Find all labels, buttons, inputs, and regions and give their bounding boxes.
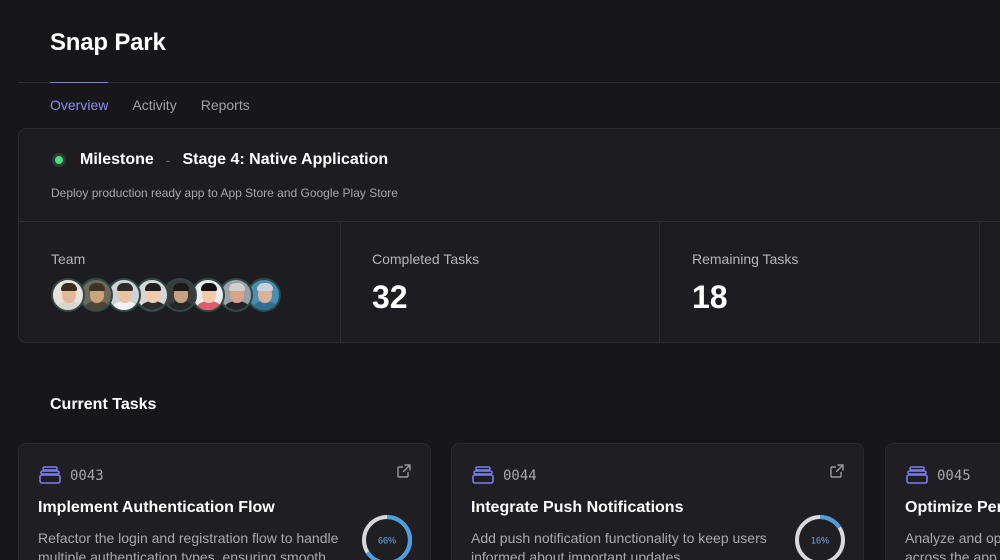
current-tasks-title: Current Tasks <box>50 396 157 413</box>
project-page: Snap Park Overview Activity Reports Mile… <box>0 0 1000 560</box>
remaining-tasks-stat: Remaining Tasks 18 <box>659 222 979 342</box>
team-avatars <box>51 278 281 312</box>
task-stack-icon <box>39 466 61 484</box>
task-title: Optimize Per <box>905 499 1000 516</box>
milestone-header: Milestone - Stage 4: Native Application <box>52 151 388 169</box>
task-id: 0044 <box>503 468 537 484</box>
tab-overview[interactable]: Overview <box>50 82 109 122</box>
remaining-tasks-label: Remaining Tasks <box>692 251 799 267</box>
page-title: Snap Park <box>50 29 166 56</box>
task-title: Integrate Push Notifications <box>471 499 684 516</box>
task-description: Add push notification functionality to k… <box>471 530 767 560</box>
task-title: Implement Authentication Flow <box>38 499 275 516</box>
task-progress-ring: 16% <box>795 515 845 560</box>
completed-tasks-value: 32 <box>372 279 408 315</box>
avatar[interactable] <box>51 278 85 312</box>
task-card[interactable]: 0044 Integrate Push Notifications Add pu… <box>451 443 864 560</box>
team-stat: Team <box>19 222 340 342</box>
task-description: Analyze and op across the app <box>905 530 1000 560</box>
task-card[interactable]: 0045 Optimize Per Analyze and op across … <box>885 443 1000 560</box>
milestone-status-icon <box>52 153 66 167</box>
team-label: Team <box>51 251 86 267</box>
task-stack-icon <box>472 466 494 484</box>
task-card[interactable]: 0043 Implement Authentication Flow Refac… <box>18 443 431 560</box>
milestone-separator: - <box>165 152 171 168</box>
stat-cell-partial <box>979 222 1000 342</box>
milestone-description: Deploy production ready app to App Store… <box>51 186 398 200</box>
milestone-panel: Milestone - Stage 4: Native Application … <box>18 128 1000 343</box>
tab-bar: Overview Activity Reports <box>50 82 250 122</box>
completed-tasks-label: Completed Tasks <box>372 251 480 267</box>
task-progress-ring: 66% <box>362 515 412 560</box>
milestone-stage: Stage 4: Native Application <box>182 151 389 168</box>
tab-reports[interactable]: Reports <box>201 82 250 122</box>
milestone-label: Milestone <box>80 151 154 168</box>
task-id: 0043 <box>70 468 104 484</box>
task-stack-icon <box>906 466 928 484</box>
task-id: 0045 <box>937 468 971 484</box>
external-link-icon[interactable] <box>830 464 844 478</box>
task-progress-label: 66% <box>378 536 396 546</box>
task-description: Refactor the login and registration flow… <box>38 530 339 560</box>
tab-activity[interactable]: Activity <box>132 82 176 122</box>
completed-tasks-stat: Completed Tasks 32 <box>340 222 659 342</box>
external-link-icon[interactable] <box>397 464 411 478</box>
task-progress-label: 16% <box>811 536 829 546</box>
remaining-tasks-value: 18 <box>692 279 728 315</box>
